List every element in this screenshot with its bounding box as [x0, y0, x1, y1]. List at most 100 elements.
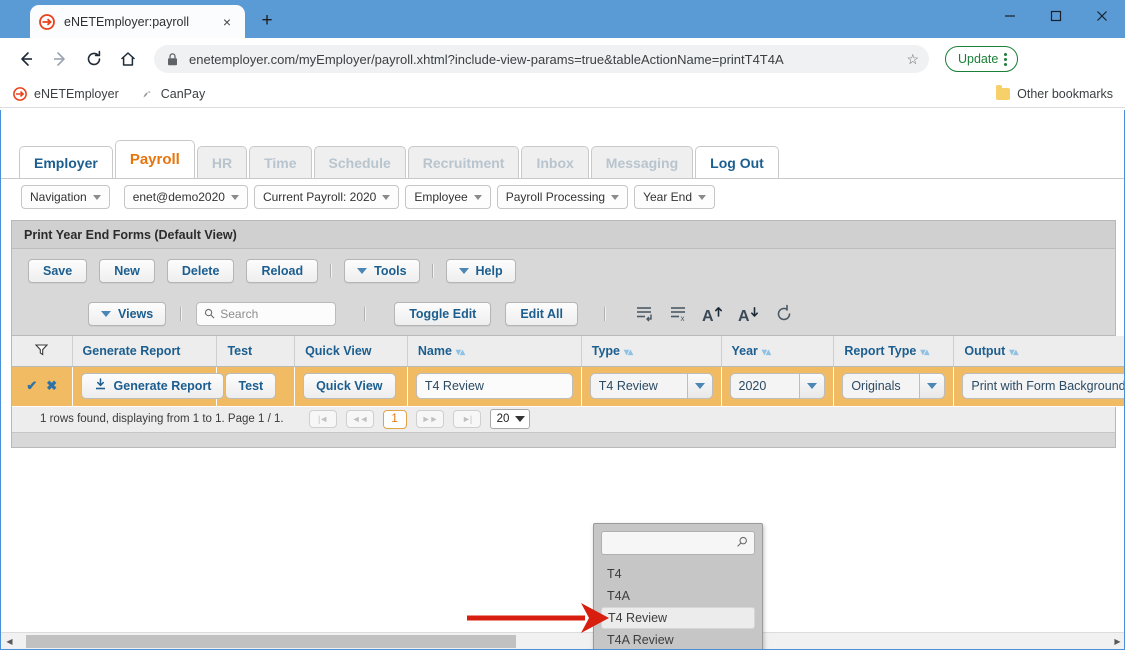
- tab-recruitment[interactable]: Recruitment: [407, 146, 520, 178]
- sort-icon[interactable]: ▾▴: [1009, 347, 1018, 358]
- menu-account[interactable]: enet@demo2020: [123, 185, 248, 209]
- dropdown-option-t4a-review[interactable]: T4A Review: [601, 629, 755, 649]
- scroll-right-icon[interactable]: ▶: [1109, 633, 1124, 650]
- chevron-down-icon[interactable]: [799, 373, 826, 399]
- type-select[interactable]: T4 Review: [589, 373, 713, 399]
- tab-time[interactable]: Time: [249, 146, 312, 178]
- sort-icon[interactable]: ▾▴: [624, 347, 633, 358]
- tab-hr[interactable]: HR: [196, 146, 248, 178]
- font-increase-icon[interactable]: A: [702, 305, 724, 324]
- search-input[interactable]: Search: [196, 302, 337, 326]
- navigation-menubar: Navigation enet@demo2020 Current Payroll…: [1, 178, 1124, 216]
- tab-label: HR: [211, 154, 233, 171]
- scrollbar-thumb[interactable]: [26, 634, 516, 648]
- bookmark-enetemployer[interactable]: eNETEmployer: [12, 86, 119, 102]
- horizontal-scrollbar[interactable]: ◀ ▶: [1, 632, 1124, 650]
- bookmarks-bar: eNETEmployer CanPay Other bookmarks: [0, 80, 1125, 108]
- minimize-icon[interactable]: [987, 0, 1033, 32]
- type-dropdown-popup[interactable]: T4 T4A T4 Review T4A Review RL1: [593, 523, 763, 649]
- search-icon: [736, 536, 748, 551]
- menu-label: Payroll Processing: [505, 190, 606, 204]
- column-year[interactable]: Year ▾▴: [721, 336, 835, 367]
- menu-payroll-processing[interactable]: Payroll Processing: [496, 185, 629, 209]
- dropdown-search-input[interactable]: [601, 531, 755, 555]
- tab-logout[interactable]: Log Out: [695, 146, 779, 178]
- column-name[interactable]: Name ▾▴: [407, 336, 582, 367]
- first-page-button[interactable]: |◄: [308, 410, 337, 428]
- maximize-icon[interactable]: [1033, 0, 1079, 32]
- cell-year: 2020: [721, 366, 835, 407]
- output-select[interactable]: Print with Form Background: [962, 373, 1124, 399]
- delete-button[interactable]: Delete: [166, 259, 235, 283]
- tab-employer[interactable]: Employer: [19, 146, 113, 178]
- next-page-button[interactable]: ►►: [415, 410, 444, 428]
- menu-current-payroll[interactable]: Current Payroll: 2020: [253, 185, 400, 209]
- chevron-down-icon[interactable]: [919, 373, 946, 399]
- menu-year-end[interactable]: Year End: [634, 185, 716, 209]
- help-menu-button[interactable]: Help: [445, 259, 516, 283]
- forward-icon[interactable]: [44, 43, 76, 75]
- bookmark-star-icon[interactable]: ☆: [906, 51, 919, 68]
- dropdown-option-t4a[interactable]: T4A: [601, 585, 755, 607]
- sort-icon[interactable]: ▾▴: [920, 347, 929, 358]
- browser-menu-icon[interactable]: [1004, 52, 1008, 66]
- chevron-down-icon: [698, 194, 707, 200]
- tab-inbox[interactable]: Inbox: [521, 146, 589, 178]
- prev-page-button[interactable]: ◄◄: [345, 410, 374, 428]
- accept-icon[interactable]: ✔: [26, 378, 37, 394]
- address-bar[interactable]: enetemployer.com/myEmployer/payroll.xhtm…: [154, 45, 929, 73]
- filter-icon[interactable]: [34, 344, 49, 360]
- last-page-button[interactable]: ►|: [452, 410, 481, 428]
- scrollbar-track[interactable]: [18, 633, 1109, 650]
- new-tab-button[interactable]: +: [253, 7, 281, 35]
- quick-view-button[interactable]: Quick View: [303, 373, 396, 399]
- column-output[interactable]: Output ▾▴: [953, 336, 1124, 367]
- chevron-down-icon[interactable]: [686, 373, 713, 399]
- new-button[interactable]: New: [99, 259, 155, 283]
- menu-navigation[interactable]: Navigation: [21, 185, 110, 209]
- tab-messaging[interactable]: Messaging: [590, 146, 694, 178]
- views-button[interactable]: Views: [88, 302, 167, 326]
- test-button[interactable]: Test: [225, 373, 277, 399]
- column-filter[interactable]: [12, 336, 73, 367]
- toolbar-separator: [364, 307, 367, 321]
- report-type-select[interactable]: Originals: [842, 373, 946, 399]
- bookmark-canpay[interactable]: CanPay: [139, 86, 205, 102]
- font-decrease-icon[interactable]: A: [738, 305, 760, 324]
- page-size-select[interactable]: 20: [489, 409, 531, 429]
- browser-tab[interactable]: eNETEmployer:payroll ×: [30, 5, 245, 38]
- year-select[interactable]: 2020: [729, 373, 826, 399]
- menu-employee[interactable]: Employee: [405, 185, 491, 209]
- cancel-icon[interactable]: ✖: [46, 378, 57, 394]
- home-icon[interactable]: [112, 43, 144, 75]
- scroll-left-icon[interactable]: ◀: [1, 633, 18, 650]
- reload-button[interactable]: Reload: [246, 259, 319, 283]
- name-input[interactable]: T4 Review: [415, 373, 573, 399]
- sort-icon[interactable]: ▾▴: [456, 347, 465, 358]
- other-bookmarks[interactable]: Other bookmarks: [996, 84, 1113, 101]
- reload-icon[interactable]: [78, 43, 110, 75]
- save-button[interactable]: Save: [28, 259, 88, 283]
- current-page-indicator[interactable]: 1: [382, 409, 407, 429]
- chevron-down-icon: [515, 416, 526, 422]
- window-close-icon[interactable]: [1079, 0, 1125, 32]
- back-icon[interactable]: [10, 43, 42, 75]
- table-row[interactable]: ✔ ✖ Generate Report Test Quick View T4 R…: [12, 366, 1124, 407]
- refresh-icon[interactable]: [774, 304, 794, 324]
- toggle-edit-button[interactable]: Toggle Edit: [394, 302, 492, 326]
- tab-payroll[interactable]: Payroll: [114, 140, 195, 178]
- update-button[interactable]: Update: [945, 46, 1019, 72]
- column-report-type[interactable]: Report Type ▾▴: [833, 336, 955, 367]
- edit-all-button[interactable]: Edit All: [505, 302, 578, 326]
- column-type[interactable]: Type ▾▴: [581, 336, 722, 367]
- close-icon[interactable]: ×: [217, 12, 237, 32]
- dropdown-option-t4-review[interactable]: T4 Review: [601, 607, 755, 629]
- pagination-bar: 1 rows found, displaying from 1 to 1. Pa…: [12, 406, 1115, 433]
- insert-row-icon[interactable]: [634, 305, 654, 323]
- generate-report-button[interactable]: Generate Report: [80, 373, 225, 399]
- tab-schedule[interactable]: Schedule: [313, 146, 406, 178]
- tools-menu-button[interactable]: Tools: [344, 259, 420, 283]
- sort-icon[interactable]: ▾▴: [762, 347, 771, 358]
- dropdown-option-t4[interactable]: T4: [601, 563, 755, 585]
- delete-row-icon[interactable]: x: [668, 305, 688, 323]
